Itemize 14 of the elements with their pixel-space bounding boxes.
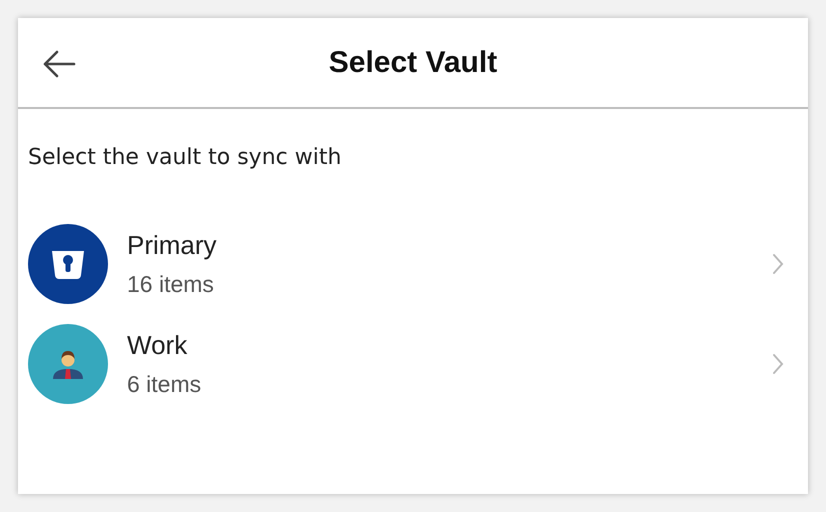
item-count: 6 items <box>127 371 202 398</box>
back-arrow-icon <box>42 50 76 78</box>
vault-item[interactable]: Primary 16 items <box>18 214 808 314</box>
item-count: 16 items <box>127 271 215 298</box>
instruction-text: Select the vault to sync with <box>27 144 342 170</box>
chevron-right-icon <box>772 253 784 275</box>
vault-item[interactable]: Work 6 items <box>18 314 808 414</box>
lock-icon <box>28 224 108 304</box>
back-button[interactable] <box>42 50 76 78</box>
vault-name: Primary <box>127 230 218 261</box>
page-title: Select Vault <box>328 46 498 80</box>
chevron-right-icon <box>772 353 784 375</box>
vault-name: Work <box>127 330 188 361</box>
person-icon <box>28 324 108 404</box>
